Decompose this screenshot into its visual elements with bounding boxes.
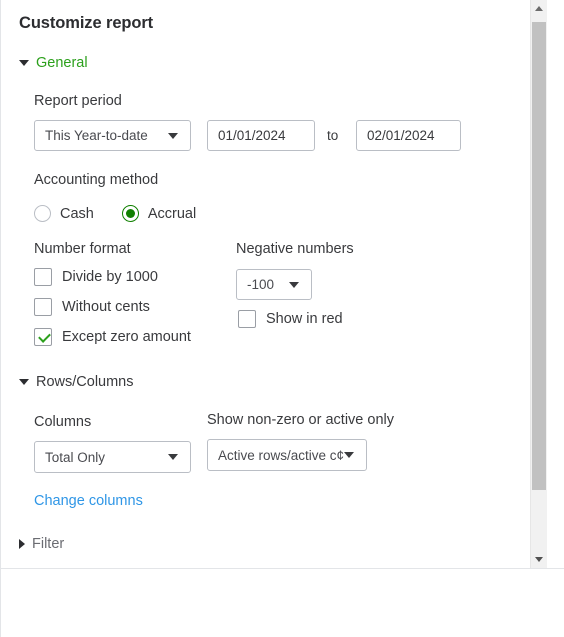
section-label-rows-columns: Rows/Columns [36, 374, 134, 390]
report-period-to-value: 02/01/2024 [367, 128, 435, 143]
show-non-zero-value: Active rows/active c¢ [218, 447, 344, 463]
negative-numbers-dropdown[interactable]: -100 [236, 269, 312, 300]
section-label-general: General [36, 55, 88, 71]
section-header-general[interactable]: General [19, 55, 88, 71]
chevron-down-icon [168, 454, 178, 460]
change-columns-link[interactable]: Change columns [34, 493, 143, 509]
radio-accrual[interactable] [121, 205, 139, 222]
checkbox-label-except-zero-amount[interactable]: Except zero amount [62, 329, 191, 345]
label-report-period: Report period [34, 93, 122, 109]
checkbox-row-without-cents: Without cents [34, 298, 150, 316]
panel-footer: Run report [1, 569, 564, 637]
section-label-filter: Filter [32, 536, 65, 552]
checkbox-row-show-in-red: Show in red [238, 310, 343, 328]
columns-value: Total Only [45, 449, 106, 465]
section-header-filter[interactable]: Filter [19, 536, 64, 552]
checkbox-divide-by-1000[interactable] [34, 268, 52, 286]
customize-report-panel: Customize report General Report period T… [0, 0, 564, 637]
panel-scrollbar[interactable] [530, 0, 547, 568]
checkbox-label-divide-by-1000[interactable]: Divide by 1000 [62, 269, 158, 285]
label-accounting-method: Accounting method [34, 172, 159, 188]
report-period-from-input[interactable]: 01/01/2024 [207, 120, 315, 151]
section-header-rows-columns[interactable]: Rows/Columns [19, 374, 134, 390]
report-period-preset-value: This Year-to-date [45, 128, 148, 143]
negative-numbers-value: -100 [247, 277, 275, 292]
chevron-up-icon [535, 6, 543, 11]
label-negative-numbers: Negative numbers [236, 241, 354, 257]
page-title: Customize report [19, 14, 154, 32]
label-show-non-zero: Show non-zero or active only [207, 412, 394, 428]
report-period-to-input[interactable]: 02/01/2024 [356, 120, 461, 151]
chevron-down-icon [535, 557, 543, 562]
report-period-separator: to [327, 128, 339, 143]
radio-label-cash[interactable]: Cash [60, 206, 94, 222]
checkbox-row-except-zero-amount: Except zero amount [34, 328, 191, 346]
chevron-down-icon [344, 452, 354, 458]
accounting-method-radio-group: Cash Accrual [34, 205, 196, 222]
chevron-right-icon [19, 539, 25, 549]
radio-label-accrual[interactable]: Accrual [148, 206, 196, 222]
label-columns: Columns [34, 414, 92, 430]
panel-scroll-area: Customize report General Report period T… [1, 0, 547, 568]
columns-dropdown[interactable]: Total Only [34, 441, 191, 473]
checkbox-except-zero-amount[interactable] [34, 328, 52, 346]
radio-cash[interactable] [34, 205, 51, 222]
scrollbar-thumb[interactable] [532, 22, 546, 490]
checkbox-label-without-cents[interactable]: Without cents [62, 299, 150, 315]
report-period-from-value: 01/01/2024 [218, 128, 286, 143]
checkbox-label-show-in-red[interactable]: Show in red [266, 311, 343, 327]
report-period-preset-dropdown[interactable]: This Year-to-date [34, 120, 191, 151]
chevron-down-icon [289, 281, 299, 288]
show-non-zero-dropdown[interactable]: Active rows/active c¢ [207, 439, 367, 471]
scroll-up-button[interactable] [531, 0, 547, 17]
chevron-down-icon [19, 60, 29, 66]
label-number-format: Number format [34, 241, 131, 257]
checkbox-row-divide-by-1000: Divide by 1000 [34, 268, 158, 286]
checkbox-without-cents[interactable] [34, 298, 52, 316]
chevron-down-icon [19, 379, 29, 385]
chevron-down-icon [168, 132, 178, 139]
scroll-down-button[interactable] [531, 551, 547, 568]
checkbox-show-in-red[interactable] [238, 310, 256, 328]
